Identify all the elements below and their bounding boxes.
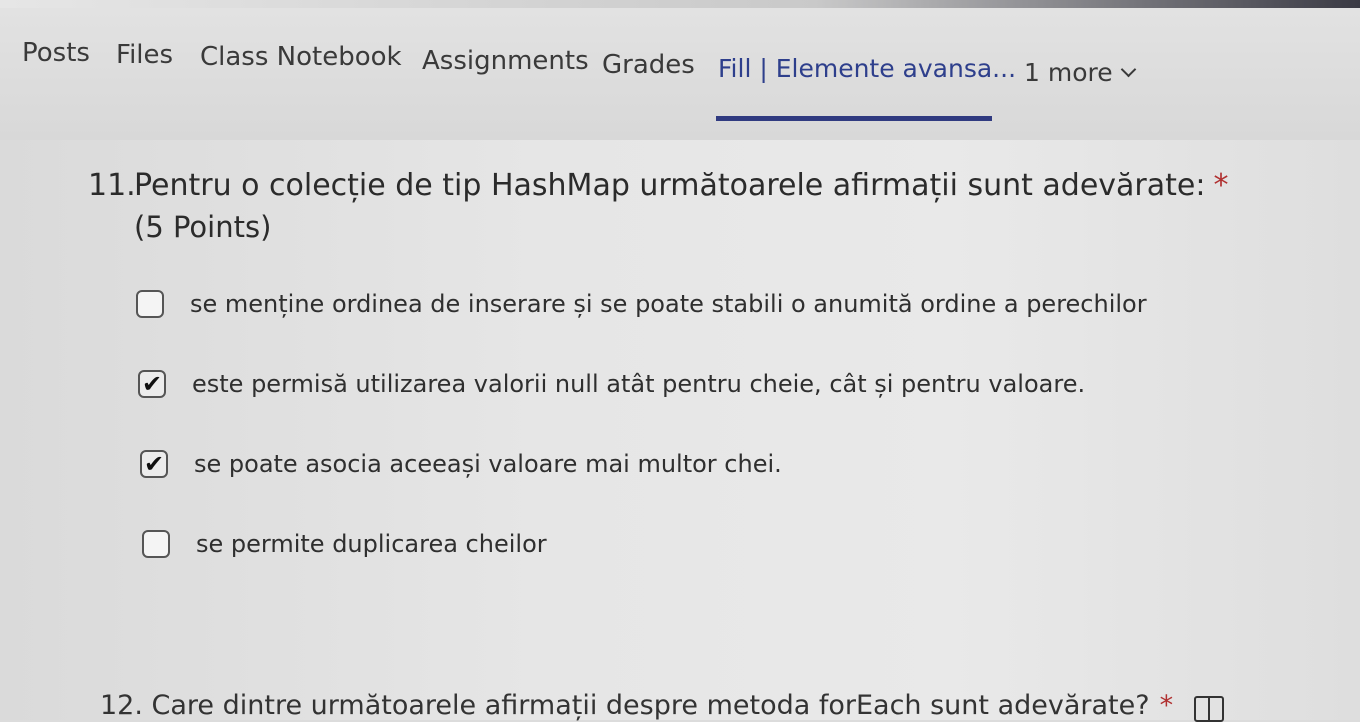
tab-fill-elemente-avansate[interactable]: Fill | Elemente avansa...: [718, 54, 1016, 83]
tab-grades[interactable]: Grades: [602, 50, 695, 80]
option-2[interactable]: ✔ este permisă utilizarea valorii null a…: [138, 370, 1085, 398]
option-2-label: este permisă utilizarea valorii null atâ…: [192, 370, 1086, 398]
option-3[interactable]: ✔ se poate asocia aceeași valoare mai mu…: [140, 450, 782, 478]
option-4-label: se permite duplicarea cheilor: [196, 530, 547, 558]
question-12-title: 12. Care dintre următoarele afirmații de…: [100, 690, 1173, 721]
window-top-edge: [0, 0, 1360, 8]
required-mark: *: [1213, 168, 1229, 203]
question-11-points: (5 Points): [134, 210, 272, 244]
chevron-down-icon: [1120, 61, 1136, 78]
tab-more-button[interactable]: 1 more: [1024, 58, 1136, 87]
option-1[interactable]: se menține ordinea de inserare și se poa…: [136, 290, 1147, 318]
option-4-checkbox[interactable]: [142, 530, 170, 558]
tab-class-notebook[interactable]: Class Notebook: [200, 42, 402, 72]
option-2-checkbox[interactable]: ✔: [138, 370, 166, 398]
required-mark-12: *: [1159, 690, 1174, 721]
question-11-number: 11.: [88, 168, 136, 203]
active-tab-indicator: [716, 116, 992, 121]
tab-files[interactable]: Files: [116, 40, 173, 70]
option-4[interactable]: se permite duplicarea cheilor: [142, 530, 547, 558]
option-3-label: se poate asocia aceeași valoare mai mult…: [194, 450, 782, 478]
question-11-text: Pentru o colecție de tip HashMap următoa…: [134, 168, 1206, 203]
question-12-text: 12. Care dintre următoarele afirmații de…: [100, 690, 1150, 721]
tab-assignments[interactable]: Assignments: [422, 46, 589, 76]
immersive-reader-icon[interactable]: [1194, 696, 1224, 722]
option-1-checkbox[interactable]: [136, 290, 164, 318]
question-11-title: Pentru o colecție de tip HashMap următoa…: [134, 168, 1228, 203]
option-1-label: se menține ordinea de inserare și se poa…: [190, 290, 1147, 318]
option-3-checkbox[interactable]: ✔: [140, 450, 168, 478]
tab-posts[interactable]: Posts: [22, 38, 90, 68]
tab-more-label: 1 more: [1024, 58, 1113, 87]
